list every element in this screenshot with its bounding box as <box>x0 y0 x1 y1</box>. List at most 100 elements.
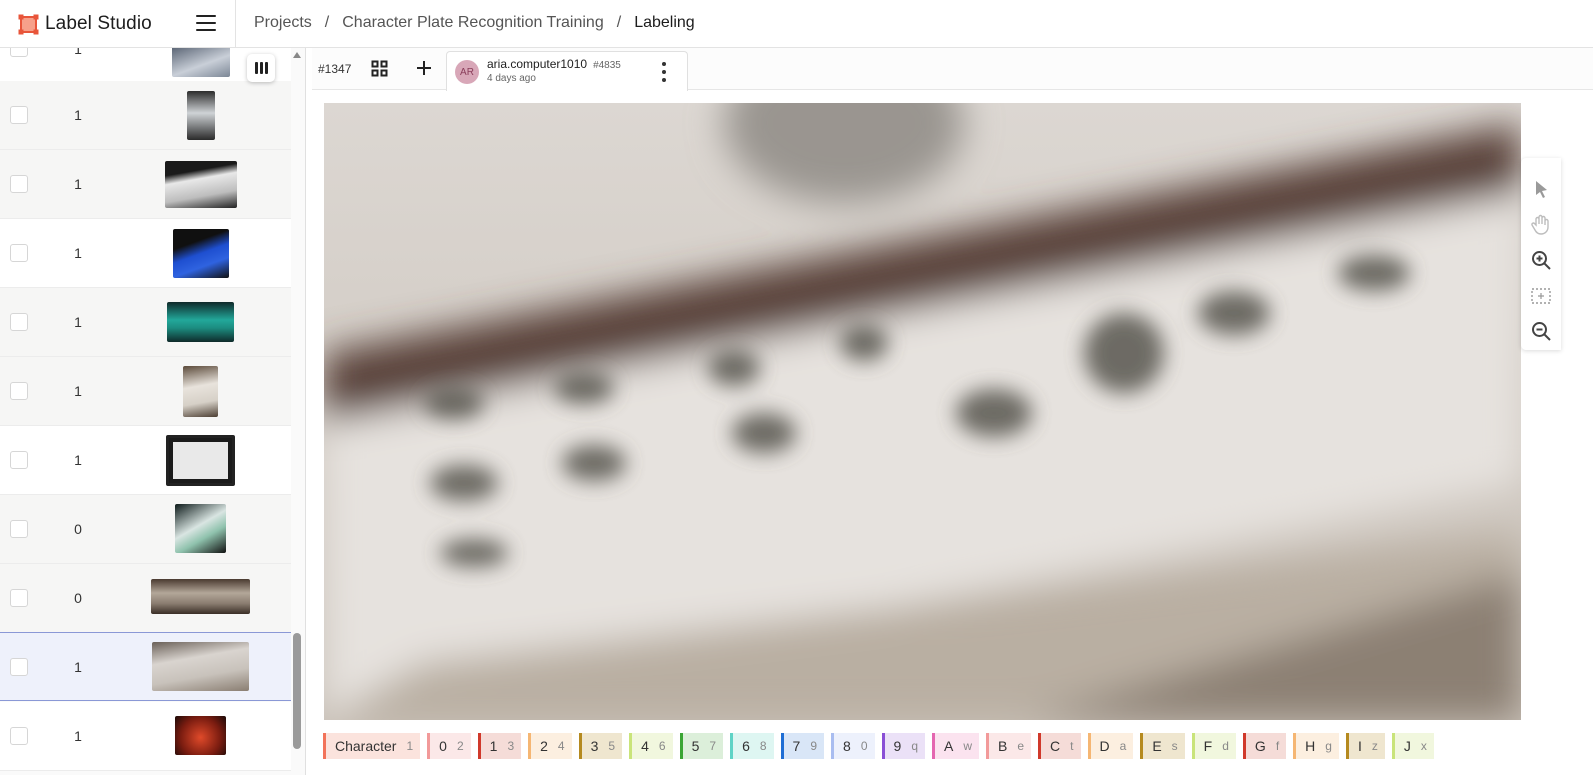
row-checkbox[interactable] <box>10 244 28 262</box>
task-thumbnail <box>151 579 250 614</box>
label-name: J <box>1403 738 1411 754</box>
annotation-count: 1 <box>74 176 82 192</box>
divider <box>235 0 236 48</box>
row-checkbox[interactable] <box>10 727 28 745</box>
label-hotkey: 6 <box>658 739 666 753</box>
label-name: B <box>998 738 1008 754</box>
annotation-tab[interactable]: AR aria.computer1010 #4835 4 days ago <box>446 51 688 91</box>
row-checkbox[interactable] <box>10 589 28 607</box>
label-chip[interactable]: Character 1 <box>323 733 421 759</box>
columns-toggle-button[interactable] <box>247 54 275 82</box>
label-name: A <box>944 738 954 754</box>
task-thumbnail <box>165 161 237 208</box>
label-name: 8 <box>843 738 851 754</box>
table-row[interactable]: 1 <box>0 150 291 219</box>
task-thumbnail <box>172 48 230 77</box>
scrollbar-thumb[interactable] <box>293 633 301 749</box>
label-chip[interactable]: 35 <box>578 733 623 759</box>
row-checkbox[interactable] <box>10 658 28 676</box>
label-chip[interactable]: Gf <box>1242 733 1287 759</box>
label-name: 0 <box>439 738 447 754</box>
row-checkbox[interactable] <box>10 48 28 57</box>
scroll-up-arrow-icon[interactable] <box>293 52 301 58</box>
label-hotkey: q <box>911 739 918 753</box>
breadcrumb-projects[interactable]: Projects <box>254 14 312 32</box>
row-checkbox[interactable] <box>10 451 28 469</box>
task-id: #1347 <box>318 62 352 76</box>
label-chip[interactable]: Hg <box>1293 733 1339 759</box>
table-row[interactable]: 1 <box>0 288 291 357</box>
label-name: 4 <box>641 738 649 754</box>
logo[interactable]: Label Studio <box>18 13 152 35</box>
label-chip[interactable]: 79 <box>780 733 825 759</box>
label-hotkey: 9 <box>810 739 818 753</box>
label-chip[interactable]: 80 <box>831 733 875 759</box>
avatar: AR <box>455 60 479 84</box>
label-chip[interactable]: Aw <box>932 733 980 759</box>
task-thumbnail <box>173 229 229 278</box>
annotator-name: aria.computer1010 #4835 <box>487 57 621 71</box>
pan-hand-icon[interactable] <box>1530 213 1552 235</box>
annotation-count: 1 <box>74 245 82 261</box>
label-name: 1 <box>489 738 498 754</box>
label-chip[interactable]: 24 <box>528 733 572 759</box>
table-row[interactable]: 1 <box>0 426 291 495</box>
label-chip[interactable]: Be <box>986 733 1032 759</box>
label-name: H <box>1305 738 1316 754</box>
label-hotkey: x <box>1420 739 1427 753</box>
label-chip[interactable]: 46 <box>629 733 673 759</box>
label-chip[interactable]: Fd <box>1191 733 1236 759</box>
row-checkbox[interactable] <box>10 175 28 193</box>
task-thumbnail <box>166 435 235 486</box>
row-checkbox[interactable] <box>10 520 28 538</box>
label-chip[interactable]: 02 <box>427 733 471 759</box>
grid-view-icon[interactable] <box>371 60 388 77</box>
label-chip[interactable]: Da <box>1087 733 1134 759</box>
table-row[interactable]: 0 <box>0 564 291 633</box>
label-name: 3 <box>590 738 599 754</box>
add-annotation-icon[interactable] <box>415 59 433 77</box>
task-thumbnail <box>175 716 226 755</box>
label-name: G <box>1254 738 1266 754</box>
breadcrumb-project[interactable]: Character Plate Recognition Training <box>342 14 603 32</box>
label-hotkey: 3 <box>507 739 515 753</box>
label-chip[interactable]: Es <box>1140 733 1185 759</box>
annotation-count: 1 <box>74 728 82 744</box>
annotation-count: 1 <box>74 659 82 675</box>
image-canvas[interactable] <box>324 103 1521 720</box>
zoom-in-icon[interactable] <box>1530 249 1552 271</box>
table-row-selected[interactable]: 1 <box>0 632 291 701</box>
breadcrumb-current: Labeling <box>634 14 695 31</box>
label-chip[interactable]: 9q <box>881 733 925 759</box>
row-checkbox[interactable] <box>10 382 28 400</box>
row-checkbox[interactable] <box>10 313 28 331</box>
table-row[interactable]: 1 <box>0 357 291 426</box>
annotation-id: #4835 <box>593 60 621 71</box>
fit-to-screen-icon[interactable] <box>1530 285 1552 307</box>
annotator-username: aria.computer1010 <box>487 57 588 71</box>
select-pointer-icon[interactable] <box>1530 178 1552 200</box>
table-row[interactable]: 0 <box>0 495 291 564</box>
label-hotkey: a <box>1119 739 1127 753</box>
label-name: 9 <box>893 738 902 754</box>
table-row[interactable]: 1 <box>0 219 291 288</box>
label-chip[interactable]: 13 <box>477 733 522 759</box>
label-chip[interactable]: 57 <box>679 733 724 759</box>
label-name: F <box>1203 738 1213 754</box>
label-name: 2 <box>540 738 548 754</box>
label-chip[interactable]: 68 <box>730 733 774 759</box>
label-hotkey: g <box>1325 739 1332 753</box>
label-studio-logo-icon <box>18 14 39 35</box>
zoom-out-icon[interactable] <box>1530 320 1552 342</box>
label-hotkey: 0 <box>860 739 868 753</box>
more-options-icon[interactable] <box>662 62 666 82</box>
label-chip[interactable]: Ct <box>1038 733 1081 759</box>
menu-icon[interactable] <box>196 15 216 33</box>
label-chip[interactable]: Jx <box>1391 733 1434 759</box>
row-checkbox[interactable] <box>10 106 28 124</box>
annotation-time: 4 days ago <box>487 73 536 84</box>
table-row[interactable]: 1 <box>0 81 291 150</box>
table-row[interactable]: 1 <box>0 702 291 771</box>
label-chip[interactable]: Iz <box>1345 733 1385 759</box>
label-hotkey: f <box>1275 739 1280 753</box>
